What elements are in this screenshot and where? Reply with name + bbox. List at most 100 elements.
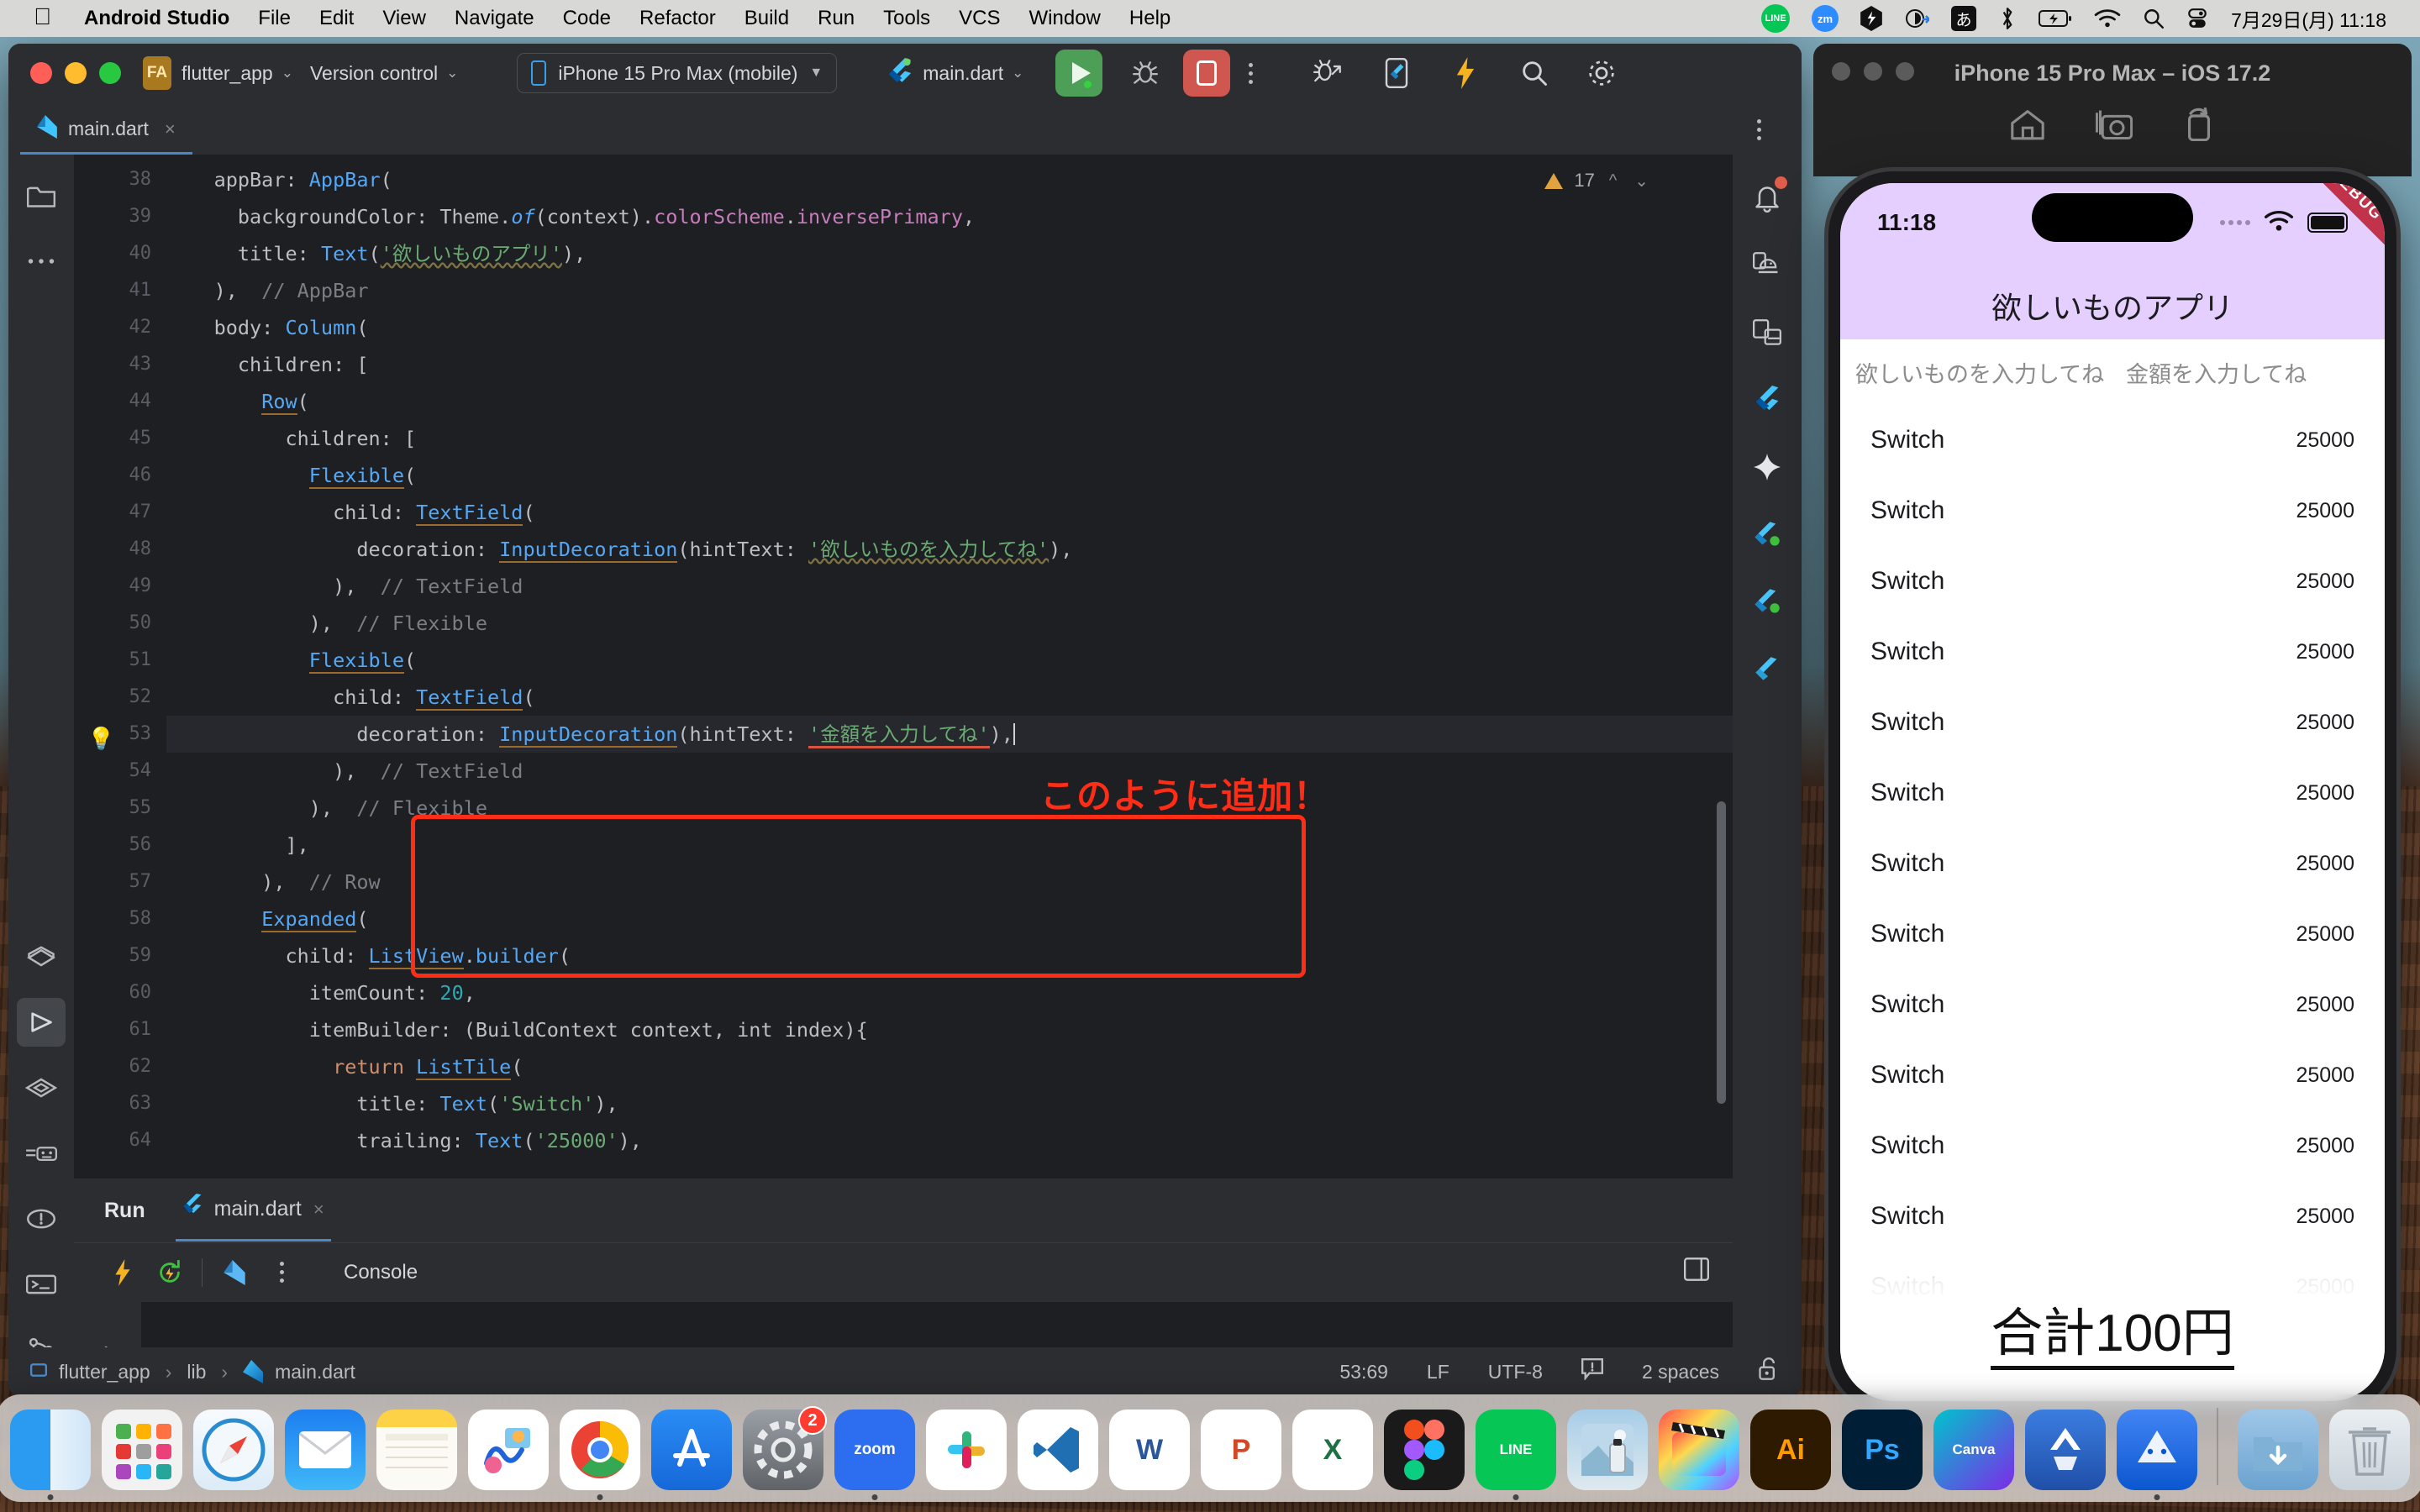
hot-restart-icon[interactable]	[146, 1249, 193, 1296]
dock-item-launchpad[interactable]	[102, 1410, 182, 1490]
cleanmymac-menu-icon[interactable]	[1893, 0, 1940, 37]
menu-item-android-studio[interactable]: Android Studio	[70, 7, 244, 30]
code-line[interactable]: itemBuilder: (BuildContext context, int …	[166, 1011, 1733, 1048]
device-selector[interactable]: iPhone 15 Pro Max (mobile) ▼	[517, 53, 838, 93]
menu-item-code[interactable]: Code	[549, 7, 625, 30]
menu-item-view[interactable]: View	[368, 7, 440, 30]
code-line[interactable]: appBar: AppBar(	[166, 161, 1733, 198]
dock-item-xcode[interactable]	[2025, 1410, 2106, 1490]
dock-item-line[interactable]: LINE	[1476, 1410, 1556, 1500]
menu-item-navigate[interactable]: Navigate	[440, 7, 549, 30]
run-tool-icon[interactable]	[17, 998, 66, 1047]
terminal-icon[interactable]	[17, 1260, 66, 1309]
run-button[interactable]	[1055, 50, 1103, 97]
code-line[interactable]: ],	[166, 827, 1733, 864]
menu-item-build[interactable]: Build	[730, 7, 803, 30]
list-item[interactable]: Switch 25000	[1840, 828, 2385, 899]
screenshot-icon[interactable]	[2095, 108, 2133, 145]
rotate-icon[interactable]	[2183, 107, 2215, 145]
next-problem-icon[interactable]: ⌄	[1631, 171, 1652, 192]
code-line[interactable]: Flexible(	[166, 642, 1733, 679]
inspection-widget[interactable]: 17 ^ ⌄	[1544, 170, 1652, 192]
list-item[interactable]: Switch 25000	[1840, 1040, 2385, 1110]
prev-problem-icon[interactable]: ^	[1606, 171, 1620, 191]
flutter-devtools-icon[interactable]	[1744, 578, 1791, 625]
code-line[interactable]: ), // TextField	[166, 568, 1733, 605]
dock-item-canva[interactable]: Canva	[1933, 1410, 2014, 1490]
debug-button[interactable]	[1123, 50, 1168, 96]
chevron-down-icon[interactable]: ⌄	[446, 65, 458, 81]
code-line[interactable]: Flexible(	[166, 457, 1733, 494]
more-tool-windows-icon[interactable]	[17, 237, 66, 286]
list-item[interactable]: Switch 25000	[1840, 969, 2385, 1040]
list-item[interactable]: Switch 25000	[1840, 1110, 2385, 1181]
menu-item-file[interactable]: File	[244, 7, 305, 30]
run-tab-close-icon[interactable]: ×	[313, 1199, 324, 1221]
code-line[interactable]: ), // Flexible	[166, 605, 1733, 642]
dart-devtools-icon[interactable]	[211, 1249, 258, 1296]
item-field[interactable]: 欲しいものを入力してね	[1840, 356, 2114, 389]
code-line[interactable]: Expanded(	[166, 900, 1733, 937]
chevron-down-icon[interactable]: ⌄	[1012, 65, 1023, 81]
list-item[interactable]: Switch 25000	[1840, 405, 2385, 475]
profile-button[interactable]	[1305, 50, 1350, 96]
project-name-button[interactable]: flutter_app	[182, 62, 273, 85]
code-line[interactable]: child: TextField(	[166, 494, 1733, 531]
dock-item-preview[interactable]	[1567, 1410, 1648, 1490]
code-line[interactable]: trailing: Text('25000'),	[166, 1122, 1733, 1159]
run-config-name[interactable]: main.dart	[923, 62, 1003, 85]
code-line[interactable]: ), // AppBar	[166, 272, 1733, 309]
zoom-menu-icon[interactable]: zm	[1801, 0, 1849, 37]
hot-reload-icon[interactable]	[99, 1249, 146, 1296]
device-manager-icon[interactable]	[1744, 242, 1791, 289]
list-item[interactable]: Switch 25000	[1840, 899, 2385, 969]
caret-position[interactable]: 53:69	[1339, 1361, 1388, 1383]
inspection-icon[interactable]	[1581, 1358, 1603, 1385]
bookmarks-icon[interactable]	[17, 1129, 66, 1178]
tab-close-icon[interactable]: ×	[165, 118, 176, 140]
menu-item-refactor[interactable]: Refactor	[625, 7, 730, 30]
indent-setting[interactable]: 2 spaces	[1642, 1361, 1719, 1383]
dock-item-final-cut-pro[interactable]	[1659, 1410, 1739, 1490]
item-list[interactable]: Switch 25000 Switch 25000 Switch 25000 Switch 2…	[1840, 405, 2385, 1401]
dock-item-word[interactable]: W	[1109, 1410, 1190, 1490]
sourcetree-menu-icon[interactable]	[1849, 0, 1893, 37]
layout-settings-icon[interactable]	[1684, 1257, 1709, 1287]
notifications-icon[interactable]	[1744, 175, 1791, 222]
code-line[interactable]: title: Text('Switch'),	[166, 1085, 1733, 1122]
menu-item-tools[interactable]: Tools	[869, 7, 944, 30]
menu-item-window[interactable]: Window	[1015, 7, 1115, 30]
home-icon[interactable]	[2010, 108, 2045, 145]
structure-icon[interactable]	[17, 1063, 66, 1112]
line-separator[interactable]: LF	[1427, 1361, 1449, 1383]
list-item[interactable]: Switch 25000	[1840, 617, 2385, 687]
version-control-button[interactable]: Version control	[310, 62, 438, 85]
wifi-icon[interactable]	[2083, 0, 2132, 37]
flutter-widget-icon[interactable]	[1744, 645, 1791, 692]
search-button[interactable]	[1512, 50, 1557, 96]
spotlight-icon[interactable]	[2132, 0, 2175, 37]
run-tab-main-dart[interactable]: main.dart ×	[175, 1179, 331, 1242]
breadcrumb-file[interactable]: main.dart	[275, 1361, 355, 1383]
dock-item-safari[interactable]	[193, 1410, 274, 1490]
code-line[interactable]: children: [	[166, 420, 1733, 457]
code-line[interactable]: ), // Row	[166, 864, 1733, 900]
dock-item-slack[interactable]	[926, 1410, 1007, 1490]
dock-item-app-store[interactable]	[651, 1410, 732, 1490]
list-item[interactable]: Switch 25000	[1840, 475, 2385, 546]
list-item[interactable]: Switch 25000	[1840, 687, 2385, 758]
editor-scrollbar[interactable]	[1717, 801, 1726, 1104]
run-more-options-icon[interactable]	[258, 1249, 305, 1296]
code-line[interactable]: title: Text('欲しいものアプリ'),	[166, 235, 1733, 272]
line-menu-icon[interactable]: LINE	[1750, 0, 1801, 37]
apple-icon[interactable]: 	[34, 5, 51, 29]
menu-item-help[interactable]: Help	[1115, 7, 1185, 30]
battery-icon[interactable]	[2028, 0, 2083, 37]
dock-item-notes[interactable]	[376, 1410, 457, 1490]
device-screen[interactable]: 11:18 DEBUG 欲しいものアプリ 欲しいものを入力してね 金額を入力して…	[1840, 183, 2385, 1401]
lock-open-icon[interactable]	[1758, 1357, 1780, 1386]
code-line[interactable]: children: [	[166, 346, 1733, 383]
input-source-icon[interactable]: あ	[1940, 0, 1987, 37]
project-icon[interactable]	[17, 171, 66, 220]
maximize-window-button[interactable]	[99, 62, 121, 84]
